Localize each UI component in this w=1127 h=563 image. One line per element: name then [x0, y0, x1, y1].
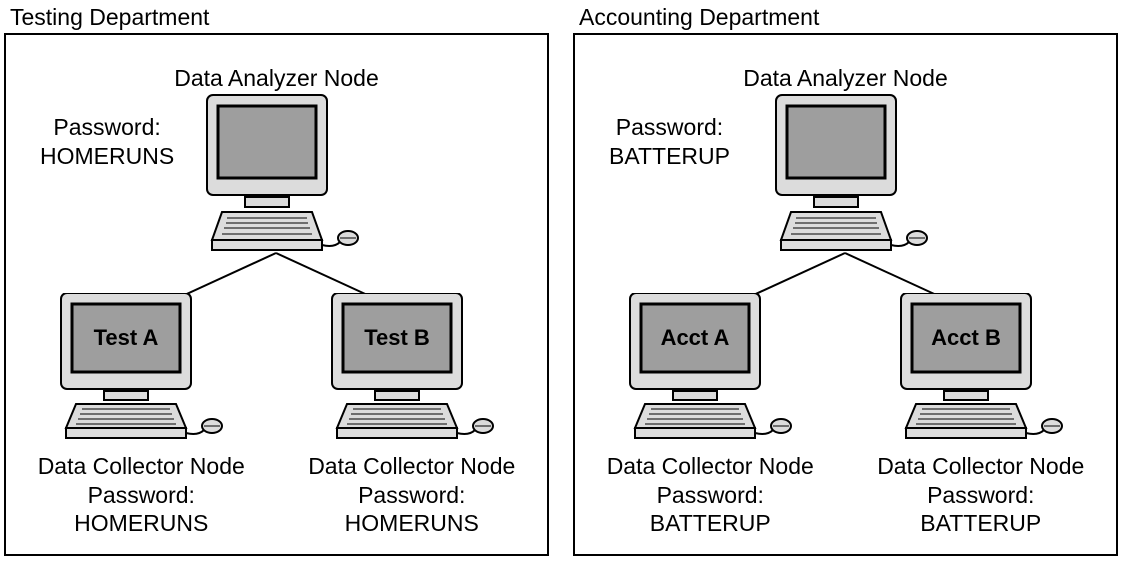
collector-role: Data Collector Node	[877, 453, 1084, 479]
collector-node-b: Test B	[302, 293, 522, 538]
analyzer-password-value: BATTERUP	[609, 143, 730, 169]
analyzer-password-value: HOMERUNS	[40, 143, 174, 169]
department-box: Data Analyzer Node Password: HOMERUNS	[4, 33, 549, 556]
collector-row: Acct A	[575, 293, 1116, 538]
collector-password-label: Password:	[657, 482, 764, 508]
collector-node-a: Acct A	[600, 293, 820, 538]
collector-password-value: BATTERUP	[920, 510, 1041, 536]
department-accounting: Accounting Department Data Analyzer Node…	[573, 4, 1118, 556]
analyzer-password-label: Password:	[616, 114, 723, 140]
analyzer-password: Password: HOMERUNS	[40, 113, 174, 171]
collector-password-label: Password:	[358, 482, 465, 508]
collector-node-b: Acct B	[871, 293, 1091, 538]
analyzer-title: Data Analyzer Node	[6, 65, 547, 92]
department-testing: Testing Department Data Analyzer Node Pa…	[4, 4, 549, 556]
collector-screen-label: Acct A	[661, 325, 730, 350]
collector-caption: Data Collector Node Password: HOMERUNS	[31, 452, 251, 538]
collector-role: Data Collector Node	[38, 453, 245, 479]
collector-screen-label: Test B	[364, 325, 430, 350]
collector-role: Data Collector Node	[607, 453, 814, 479]
collector-password-value: HOMERUNS	[74, 510, 208, 536]
collector-caption: Data Collector Node Password: BATTERUP	[600, 452, 820, 538]
collector-password-label: Password:	[927, 482, 1034, 508]
collector-password-value: BATTERUP	[650, 510, 771, 536]
department-box: Data Analyzer Node Password: BATTERUP	[573, 33, 1118, 556]
analyzer-computer-icon	[182, 90, 372, 265]
collector-screen-label: Test A	[94, 325, 159, 350]
collector-node-a: Test A	[31, 293, 251, 538]
collector-password-label: Password:	[88, 482, 195, 508]
analyzer-title: Data Analyzer Node	[575, 65, 1116, 92]
collector-row: Test A	[6, 293, 547, 538]
network-diagram: Testing Department Data Analyzer Node Pa…	[4, 4, 1127, 556]
collector-role: Data Collector Node	[308, 453, 515, 479]
analyzer-password: Password: BATTERUP	[609, 113, 730, 171]
collector-screen-label: Acct B	[931, 325, 1001, 350]
analyzer-password-label: Password:	[53, 114, 160, 140]
collector-caption: Data Collector Node Password: HOMERUNS	[302, 452, 522, 538]
collector-password-value: HOMERUNS	[345, 510, 479, 536]
analyzer-computer-icon	[751, 90, 941, 265]
department-title: Accounting Department	[579, 4, 1118, 31]
department-title: Testing Department	[10, 4, 549, 31]
collector-caption: Data Collector Node Password: BATTERUP	[871, 452, 1091, 538]
